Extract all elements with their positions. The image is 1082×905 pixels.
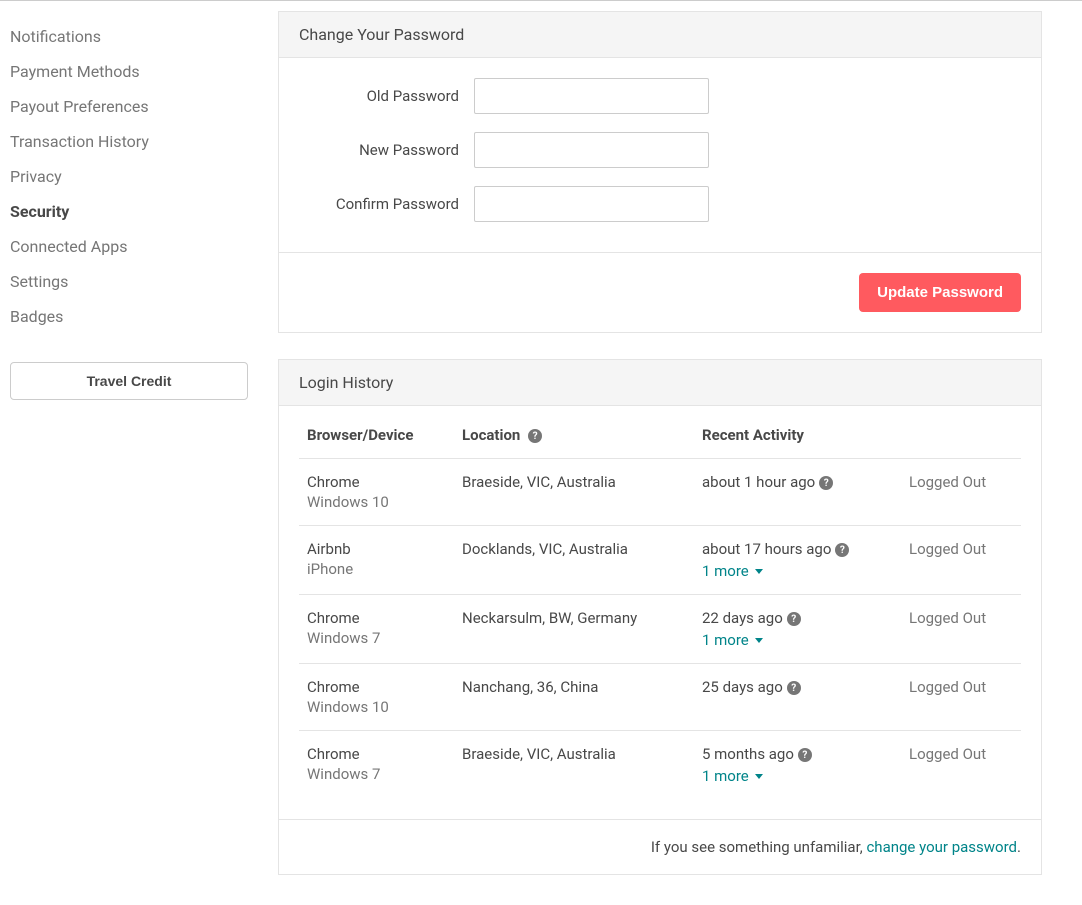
col-header-location: Location ?: [454, 416, 694, 459]
col-header-status: [901, 416, 1021, 459]
help-icon[interactable]: ?: [787, 612, 801, 626]
cell-location: Braeside, VIC, Australia: [454, 731, 694, 800]
cell-browser: AirbnbiPhone: [299, 526, 454, 595]
cell-browser: ChromeWindows 10: [299, 459, 454, 526]
sidebar: Notifications Payment Methods Payout Pre…: [10, 1, 248, 901]
sidebar-item-transaction-history[interactable]: Transaction History: [10, 124, 248, 159]
col-header-activity: Recent Activity: [694, 416, 901, 459]
chevron-down-icon: [755, 638, 763, 643]
cell-browser: ChromeWindows 7: [299, 595, 454, 664]
table-row: ChromeWindows 7Neckarsulm, BW, Germany22…: [299, 595, 1021, 664]
old-password-label: Old Password: [299, 87, 474, 105]
chevron-down-icon: [755, 569, 763, 574]
table-row: ChromeWindows 10Braeside, VIC, Australia…: [299, 459, 1021, 526]
activity-text: 25 days ago: [702, 678, 783, 696]
new-password-label: New Password: [299, 141, 474, 159]
cell-activity: 5 months ago? 1 more: [694, 731, 901, 800]
browser-name: Airbnb: [307, 540, 446, 558]
cell-location: Docklands, VIC, Australia: [454, 526, 694, 595]
login-history-panel: Login History Browser/Device Location ? …: [278, 359, 1042, 875]
help-icon[interactable]: ?: [798, 748, 812, 762]
table-row: ChromeWindows 7Braeside, VIC, Australia5…: [299, 731, 1021, 800]
cell-status: Logged Out: [901, 595, 1021, 664]
main-content: Change Your Password Old Password New Pa…: [278, 1, 1072, 901]
sidebar-item-security[interactable]: Security: [10, 194, 248, 229]
cell-browser: ChromeWindows 7: [299, 731, 454, 800]
activity-text: about 1 hour ago: [702, 473, 815, 491]
help-icon[interactable]: ?: [787, 681, 801, 695]
cell-location: Nanchang, 36, China: [454, 664, 694, 731]
help-icon[interactable]: ?: [819, 476, 833, 490]
activity-text: 5 months ago: [702, 745, 794, 763]
login-history-note: If you see something unfamiliar, change …: [279, 819, 1041, 874]
table-row: AirbnbiPhoneDocklands, VIC, Australiaabo…: [299, 526, 1021, 595]
cell-status: Logged Out: [901, 731, 1021, 800]
cell-status: Logged Out: [901, 664, 1021, 731]
help-icon[interactable]: ?: [528, 429, 542, 443]
device-name: iPhone: [307, 558, 446, 578]
cell-status: Logged Out: [901, 459, 1021, 526]
travel-credit-button[interactable]: Travel Credit: [10, 362, 248, 400]
more-link[interactable]: 1 more: [702, 767, 763, 785]
update-password-button[interactable]: Update Password: [859, 273, 1021, 312]
cell-activity: about 17 hours ago? 1 more: [694, 526, 901, 595]
sidebar-item-payment-methods[interactable]: Payment Methods: [10, 54, 248, 89]
sidebar-item-connected-apps[interactable]: Connected Apps: [10, 229, 248, 264]
sidebar-item-payout-preferences[interactable]: Payout Preferences: [10, 89, 248, 124]
browser-name: Chrome: [307, 745, 446, 763]
old-password-input[interactable]: [474, 78, 709, 114]
sidebar-item-badges[interactable]: Badges: [10, 299, 248, 334]
cell-activity: 25 days ago?: [694, 664, 901, 731]
cell-browser: ChromeWindows 10: [299, 664, 454, 731]
device-name: Windows 7: [307, 763, 446, 783]
browser-name: Chrome: [307, 609, 446, 627]
sidebar-item-settings[interactable]: Settings: [10, 264, 248, 299]
confirm-password-input[interactable]: [474, 186, 709, 222]
cell-status: Logged Out: [901, 526, 1021, 595]
change-password-panel: Change Your Password Old Password New Pa…: [278, 11, 1042, 333]
cell-location: Braeside, VIC, Australia: [454, 459, 694, 526]
device-name: Windows 10: [307, 696, 446, 716]
cell-activity: 22 days ago? 1 more: [694, 595, 901, 664]
confirm-password-label: Confirm Password: [299, 195, 474, 213]
change-password-title: Change Your Password: [279, 12, 1041, 58]
table-row: ChromeWindows 10Nanchang, 36, China25 da…: [299, 664, 1021, 731]
help-icon[interactable]: ?: [835, 543, 849, 557]
sidebar-item-notifications[interactable]: Notifications: [10, 19, 248, 54]
login-history-table: Browser/Device Location ? Recent Activit…: [299, 416, 1021, 799]
sidebar-item-privacy[interactable]: Privacy: [10, 159, 248, 194]
more-link[interactable]: 1 more: [702, 562, 763, 580]
change-password-link[interactable]: change your password: [866, 838, 1017, 856]
browser-name: Chrome: [307, 678, 446, 696]
col-header-browser: Browser/Device: [299, 416, 454, 459]
cell-location: Neckarsulm, BW, Germany: [454, 595, 694, 664]
device-name: Windows 7: [307, 627, 446, 647]
browser-name: Chrome: [307, 473, 446, 491]
more-link[interactable]: 1 more: [702, 631, 763, 649]
new-password-input[interactable]: [474, 132, 709, 168]
activity-text: about 17 hours ago: [702, 540, 831, 558]
device-name: Windows 10: [307, 491, 446, 511]
cell-activity: about 1 hour ago?: [694, 459, 901, 526]
chevron-down-icon: [755, 774, 763, 779]
login-history-title: Login History: [279, 360, 1041, 406]
activity-text: 22 days ago: [702, 609, 783, 627]
